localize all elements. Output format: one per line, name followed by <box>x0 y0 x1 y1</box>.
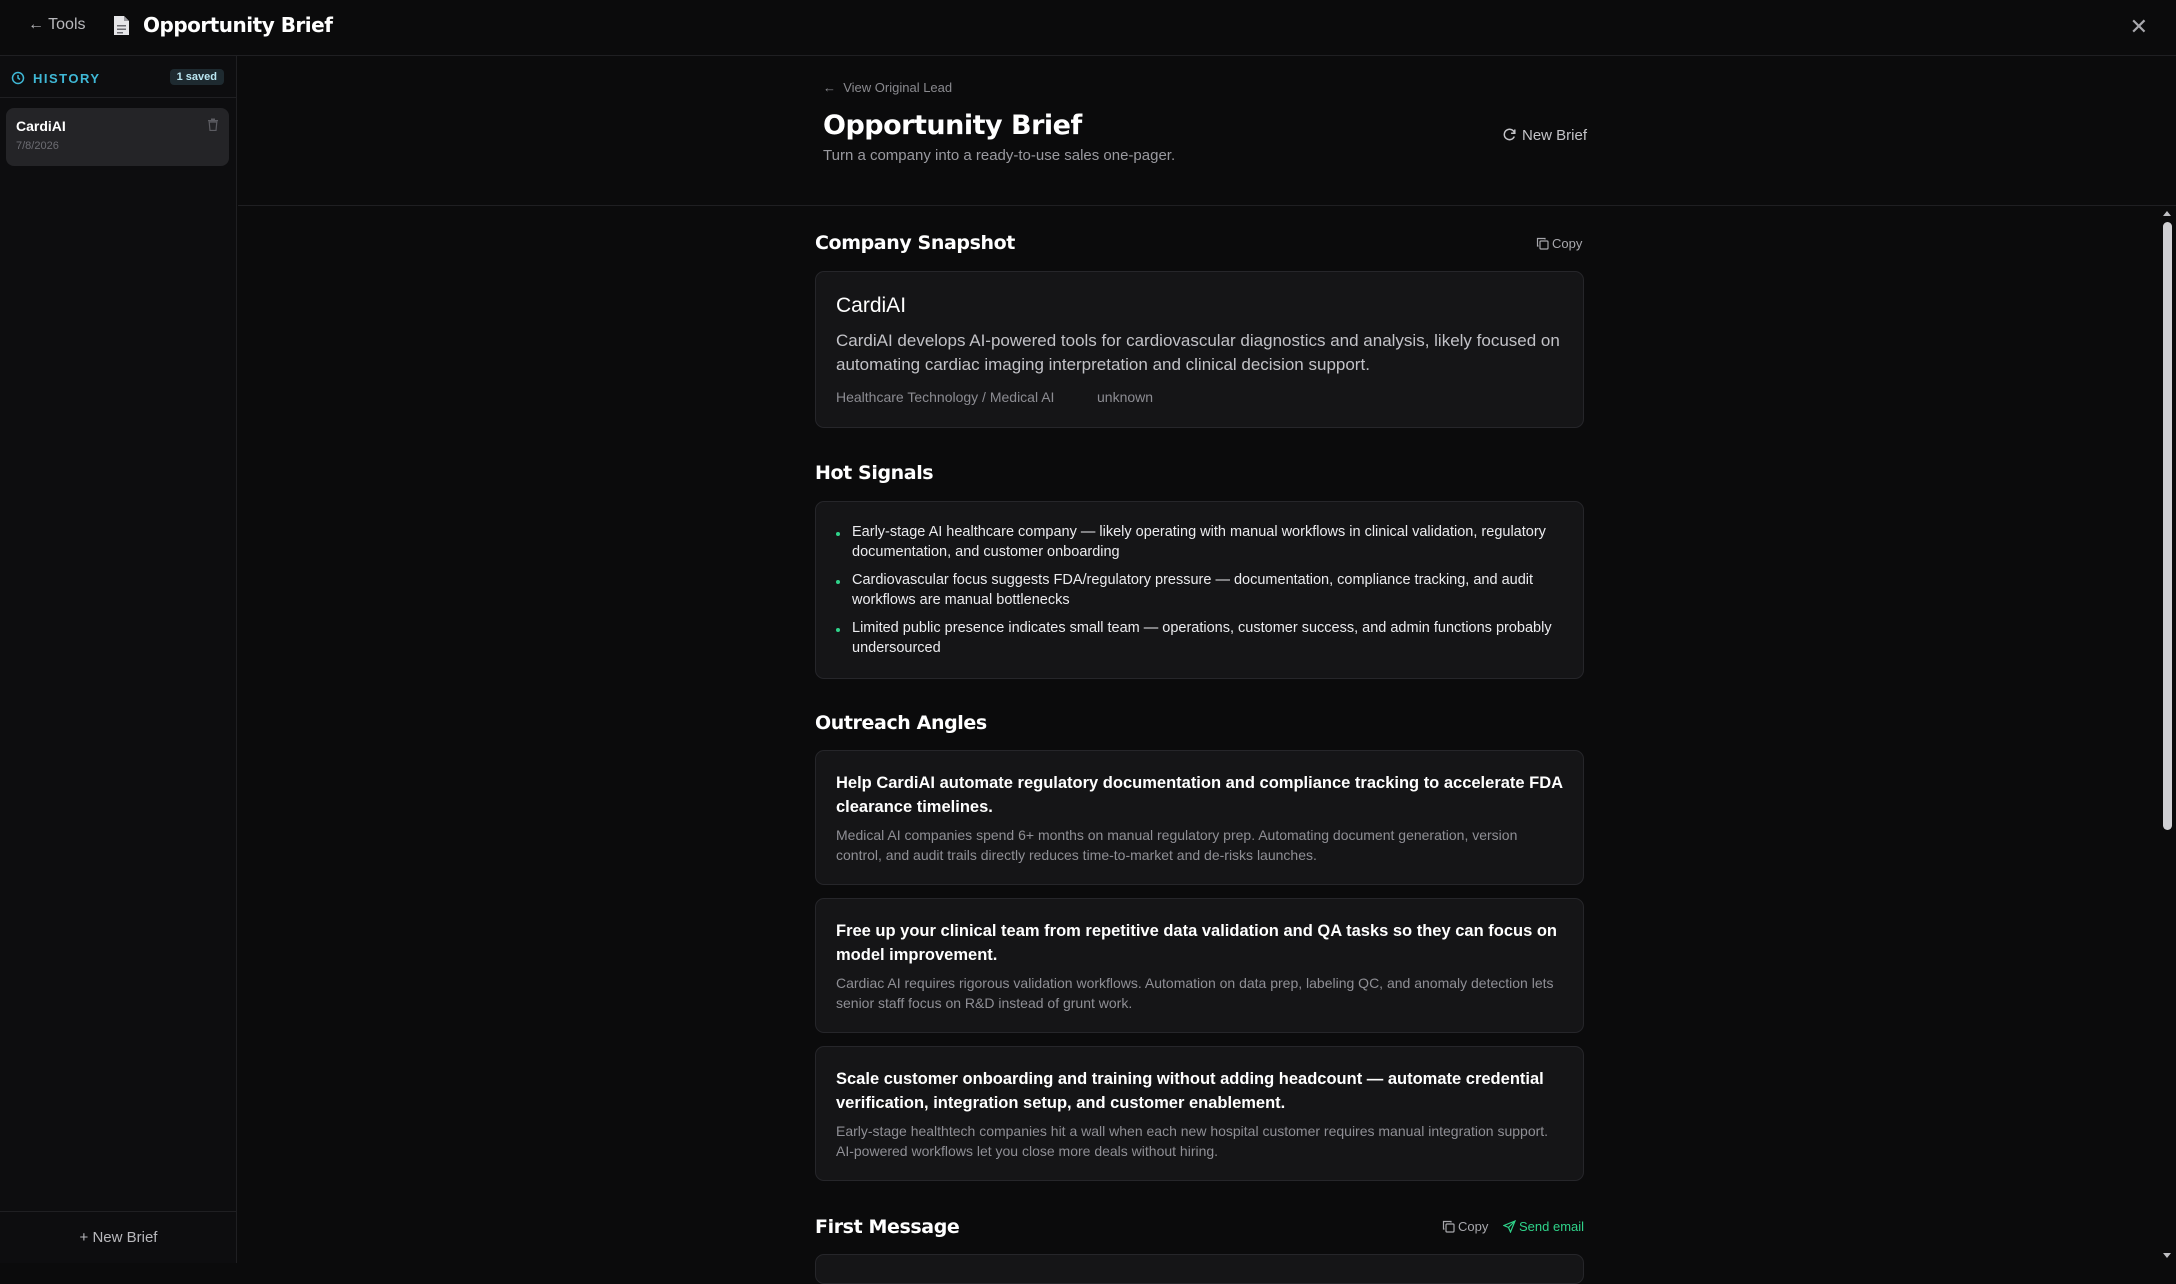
view-original-lead-link[interactable]: ← View Original Lead <box>823 80 952 95</box>
send-icon <box>1502 1219 1517 1234</box>
trash-icon[interactable] <box>207 118 219 131</box>
outreach-angle-card: Free up your clinical team from repetiti… <box>815 898 1584 1033</box>
bullet-dot <box>836 580 840 584</box>
copy-label: Copy <box>1458 1219 1489 1234</box>
scroll-down-icon[interactable] <box>2160 1251 2174 1261</box>
copy-label: Copy <box>1552 236 1583 251</box>
company-name: CardiAI <box>836 294 907 317</box>
bullet-dot <box>836 532 840 536</box>
signal-item: Cardiovascular focus suggests FDA/regula… <box>836 570 1566 610</box>
document-icon <box>114 16 129 35</box>
first-message-card <box>815 1254 1584 1284</box>
angle-headline: Help CardiAI automate regulatory documen… <box>836 774 1563 816</box>
top-bar: ← Tools Opportunity Brief ✕ <box>0 0 2176 56</box>
angle-detail: Medical AI companies spend 6+ months on … <box>836 827 1518 863</box>
new-brief-label: New Brief <box>1522 127 1588 144</box>
history-item-date: 7/8/2026 <box>16 140 59 152</box>
signal-item: Limited public presence indicates small … <box>836 618 1566 658</box>
new-brief-button[interactable]: New Brief <box>1502 127 1587 144</box>
snapshot-section-title: Company Snapshot <box>815 232 1015 254</box>
app-title: Opportunity Brief <box>143 13 333 37</box>
angle-detail: Cardiac AI requires rigorous validation … <box>836 975 1554 1011</box>
angle-headline: Free up your clinical team from repetiti… <box>836 922 1557 964</box>
copy-icon <box>1442 1220 1455 1233</box>
history-label: HISTORY <box>33 71 101 86</box>
snapshot-copy-button[interactable]: Copy <box>1536 236 1582 251</box>
history-sidebar: HISTORY 1 saved CardiAI 7/8/2026 + New B… <box>0 56 237 1263</box>
close-icon[interactable]: ✕ <box>2130 14 2148 40</box>
saved-count-badge: 1 saved <box>169 69 224 85</box>
history-item[interactable]: CardiAI 7/8/2026 <box>6 108 229 166</box>
signal-item: Early-stage AI healthcare company — like… <box>836 522 1566 562</box>
history-icon <box>11 71 25 85</box>
bullet-dot <box>836 628 840 632</box>
scrollbar[interactable] <box>2160 206 2174 1263</box>
view-lead-label: View Original Lead <box>843 80 953 95</box>
sidebar-new-brief-button[interactable]: + New Brief <box>0 1211 237 1263</box>
company-snapshot-card: CardiAI CardiAI develops AI-powered tool… <box>815 271 1584 428</box>
angle-headline: Scale customer onboarding and training w… <box>836 1070 1544 1112</box>
first-message-section-title: First Message <box>815 1216 960 1238</box>
page-subtitle: Turn a company into a ready-to-use sales… <box>823 147 1176 164</box>
angle-detail: Early-stage healthtech companies hit a w… <box>836 1123 1549 1159</box>
first-message-copy-button[interactable]: Copy <box>1442 1219 1488 1234</box>
company-description: CardiAI develops AI-powered tools for ca… <box>836 331 1560 374</box>
scrollbar-thumb[interactable] <box>2163 222 2172 830</box>
main-header: ← View Original Lead Opportunity Brief T… <box>238 56 2176 206</box>
history-item-name: CardiAI <box>16 118 66 134</box>
send-email-button[interactable]: Send email <box>1502 1219 1585 1234</box>
outreach-angle-card: Scale customer onboarding and training w… <box>815 1046 1584 1181</box>
copy-icon <box>1536 237 1549 250</box>
outreach-angle-card: Help CardiAI automate regulatory documen… <box>815 750 1584 885</box>
refresh-icon <box>1503 128 1516 141</box>
company-industry: Healthcare Technology / Medical AI <box>836 389 1055 405</box>
page-title: Opportunity Brief <box>823 110 1082 141</box>
back-to-tools-link[interactable]: ← Tools <box>28 16 86 34</box>
signals-section-title: Hot Signals <box>815 462 934 484</box>
scroll-up-icon[interactable] <box>2160 208 2174 218</box>
history-header: HISTORY 1 saved <box>0 56 237 98</box>
arrow-left-icon: ← <box>823 80 836 95</box>
company-size: unknown <box>1097 389 1154 405</box>
angles-section-title: Outreach Angles <box>815 712 987 734</box>
hot-signals-card: Early-stage AI healthcare company — like… <box>815 501 1584 679</box>
send-label: Send email <box>1519 1219 1585 1234</box>
